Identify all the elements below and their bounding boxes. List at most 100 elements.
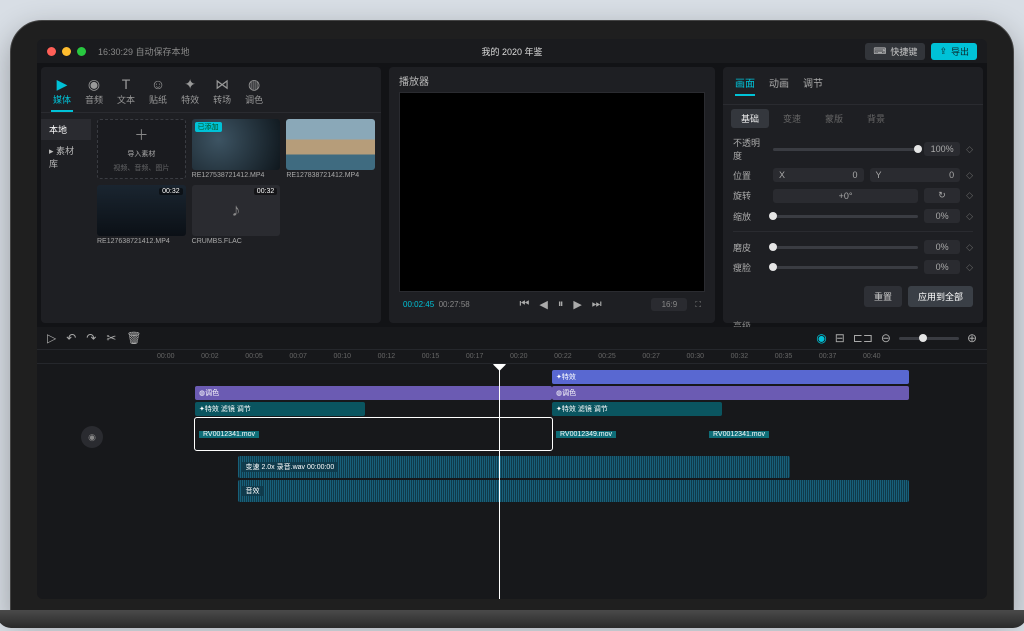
props-tab-video[interactable]: 画面 (735, 75, 755, 96)
keyframe-icon[interactable]: ◇ (966, 170, 973, 181)
link-icon[interactable]: ⊟ (835, 331, 845, 345)
scale-value[interactable]: 0% (924, 209, 960, 223)
video-clip[interactable]: RV0012341.mov (705, 418, 909, 450)
sparkle-icon: ✦ (184, 77, 196, 91)
keyframe-icon[interactable]: ◇ (966, 211, 973, 222)
sticker-icon: ☺ (151, 77, 165, 91)
music-note-icon: ♪00:32 (192, 185, 281, 236)
audio-clip[interactable]: 音效 (238, 480, 910, 502)
subtab-speed[interactable]: 变速 (773, 109, 811, 128)
clip-name: CRUMBS.FLAC (192, 238, 281, 245)
props-tab-adjust[interactable]: 调节 (803, 75, 823, 96)
audio-icon: ◉ (88, 77, 100, 91)
scale-slider[interactable] (773, 215, 918, 218)
step-back-button[interactable]: ◀ (539, 298, 547, 311)
select-tool[interactable]: ▷ (47, 331, 56, 345)
properties-panel: 画面 动画 调节 基础 变速 蒙版 背景 不透明度 100% ◇ 位置 (723, 67, 983, 323)
props-tab-anim[interactable]: 动画 (769, 75, 789, 96)
delete-tool[interactable]: 🗑 (126, 331, 141, 345)
tab-text[interactable]: T文本 (115, 73, 137, 112)
opacity-value[interactable]: 100% (924, 142, 960, 156)
timeline: ▷ ↶ ↷ ✂ 🗑 ◉ ⊟ ⊏⊐ ⊖ ⊕ 00:0000:0200:0500:0… (37, 327, 987, 599)
zoom-out-icon[interactable]: ⊖ (881, 331, 891, 345)
pos-x[interactable]: X0 (773, 168, 864, 182)
current-time: 00:02:45 (403, 300, 434, 309)
tab-audio[interactable]: ◉音频 (83, 73, 105, 112)
split-tool[interactable]: ✂ (106, 331, 116, 345)
redo-tool[interactable]: ↷ (86, 331, 96, 345)
media-panel: ▶媒体 ◉音频 T文本 ☺贴纸 ✦特效 ⋈转场 ◍调色 本地 ▸ 素材库 ＋ (41, 67, 381, 323)
opacity-slider[interactable] (773, 148, 918, 151)
tags-clip[interactable]: ✦ 特效 滤镜 调节 (195, 402, 365, 416)
subtab-bg[interactable]: 背景 (857, 109, 895, 128)
smooth-value[interactable]: 0% (924, 240, 960, 254)
keyframe-icon[interactable]: ◇ (966, 190, 973, 201)
tab-effect[interactable]: ✦特效 (179, 73, 201, 112)
next-button[interactable]: ⏭ (592, 298, 602, 311)
titlebar: 16:30:29 自动保存本地 我的 2020 年鉴 ⌨ 快捷键 ⇪ 导出 (37, 39, 987, 63)
video-clip[interactable]: RV0012349.mov (552, 418, 705, 450)
tab-transition[interactable]: ⋈转场 (211, 73, 233, 112)
audio-clip[interactable]: 变速 2.0x 录音.wav 00:00:00 (238, 456, 791, 478)
face-slider[interactable] (773, 266, 918, 269)
undo-tool[interactable]: ↶ (66, 331, 76, 345)
import-button[interactable]: ＋ 导入素材 视频、音频、图片 (97, 119, 186, 179)
aspect-ratio[interactable]: 16:9 (651, 298, 687, 311)
media-item[interactable]: 已添加 RE127538721412.MP4 (192, 119, 281, 179)
export-button[interactable]: ⇪ 导出 (931, 43, 977, 60)
autosave-status: 16:30:29 自动保存本地 (98, 45, 190, 58)
total-time: 00:27:58 (439, 300, 470, 309)
keyframe-icon[interactable]: ◇ (966, 242, 973, 253)
ruler[interactable]: 00:0000:0200:0500:0700:1000:1200:1500:17… (37, 350, 987, 364)
rotation-value[interactable]: +0° (773, 189, 918, 203)
pos-y[interactable]: Y0 (870, 168, 961, 182)
playhead[interactable] (499, 364, 500, 599)
play-button[interactable]: ▶ (573, 298, 581, 311)
magnet-icon[interactable]: ◉ (816, 331, 826, 345)
text-icon: T (122, 77, 131, 91)
player-title: 播放器 (399, 73, 705, 88)
zoom-slider[interactable] (899, 337, 959, 340)
prev-button[interactable]: ⏮ (519, 298, 529, 311)
rotation-90[interactable]: ↻ (924, 188, 960, 203)
rotation-label: 旋转 (733, 189, 767, 202)
media-item[interactable]: ♪00:32 CRUMBS.FLAC (192, 185, 281, 245)
tab-media[interactable]: ▶媒体 (51, 73, 73, 112)
tags-clip[interactable]: ✦ 特效 滤镜 调节 (552, 402, 722, 416)
player-panel: 播放器 00:02:45 00:27:58 ⏮ ◀ ⏸ ▶ ⏭ 16:9 ⛶ (389, 67, 715, 323)
keyframe-icon[interactable]: ◇ (966, 144, 973, 155)
face-value[interactable]: 0% (924, 260, 960, 274)
mute-button[interactable]: ◉ (81, 426, 103, 448)
pause-button[interactable]: ⏸ (558, 298, 564, 311)
minimize-icon[interactable] (62, 47, 71, 56)
zoom-in-icon[interactable]: ⊕ (967, 331, 977, 345)
subtab-basic[interactable]: 基础 (731, 109, 769, 128)
shortcuts-button[interactable]: ⌨ 快捷键 (865, 43, 925, 60)
clip-name: RE127638721412.MP4 (97, 238, 186, 245)
media-item[interactable]: RE127838721412.MP4 (286, 119, 375, 179)
palette-icon: ◍ (248, 77, 260, 91)
media-sidebar: 本地 ▸ 素材库 (41, 113, 91, 323)
tab-color[interactable]: ◍调色 (243, 73, 265, 112)
media-icon: ▶ (57, 77, 68, 91)
maximize-icon[interactable] (77, 47, 86, 56)
sidebar-item-local[interactable]: 本地 (41, 119, 91, 140)
preview-icon[interactable]: ⊏⊐ (853, 331, 873, 345)
clip-name: RE127538721412.MP4 (192, 172, 281, 179)
apply-all-button[interactable]: 应用到全部 (908, 286, 973, 307)
smooth-slider[interactable] (773, 246, 918, 249)
subtab-mask[interactable]: 蒙版 (815, 109, 853, 128)
keyframe-icon[interactable]: ◇ (966, 262, 973, 273)
scale-label: 缩放 (733, 210, 767, 223)
media-item[interactable]: 00:32 RE127638721412.MP4 (97, 185, 186, 245)
effect-clip[interactable]: ✦ 特效 (552, 370, 909, 384)
viewport[interactable] (399, 92, 705, 292)
reset-button[interactable]: 重置 (864, 286, 902, 307)
close-icon[interactable] (47, 47, 56, 56)
tab-sticker[interactable]: ☺贴纸 (147, 73, 169, 112)
adjust-clip[interactable]: ◍ 调色 (552, 386, 909, 400)
clip-name: RE127838721412.MP4 (286, 172, 375, 179)
fullscreen-icon[interactable]: ⛶ (695, 300, 701, 310)
opacity-label: 不透明度 (733, 136, 767, 162)
sidebar-item-library[interactable]: ▸ 素材库 (41, 140, 91, 174)
